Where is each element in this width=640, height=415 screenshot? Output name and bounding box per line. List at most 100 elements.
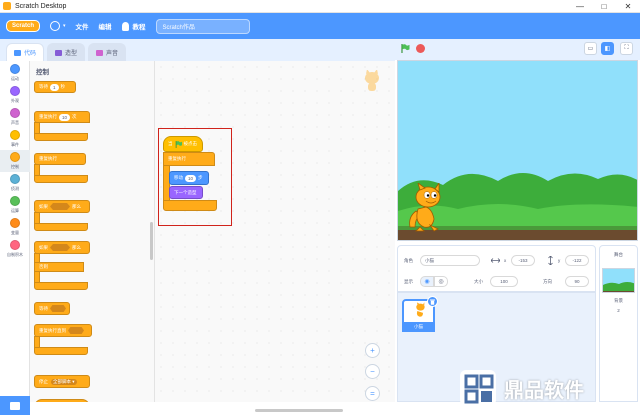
zoom-out-button[interactable]: − bbox=[365, 364, 380, 379]
paintbrush-icon bbox=[54, 49, 62, 56]
scratch-logo[interactable]: Scratch bbox=[6, 20, 40, 32]
stop-option-dropdown[interactable]: 全部脚本 ▾ bbox=[51, 378, 77, 385]
if-else-else-section: 否则 bbox=[34, 262, 84, 272]
watermark-logo-mark bbox=[464, 374, 494, 404]
edit-menu[interactable]: 编辑 bbox=[99, 21, 112, 31]
tab-costumes-label: 造型 bbox=[64, 51, 77, 57]
repeat-block-label: 重复执行 bbox=[39, 114, 57, 119]
sprite-watermark-icon bbox=[365, 70, 379, 91]
if-then-block[interactable]: 如果 那么 bbox=[34, 200, 90, 213]
sprite-name-input[interactable]: 小猫 bbox=[420, 255, 480, 266]
green-flag-button[interactable] bbox=[400, 44, 410, 53]
trash-icon bbox=[430, 299, 435, 305]
direction-input[interactable]: 90 bbox=[565, 276, 589, 287]
repeat-until-foot bbox=[34, 347, 88, 355]
small-stage-button[interactable]: ▭ bbox=[584, 42, 597, 55]
tab-code[interactable]: 代码 bbox=[6, 43, 44, 61]
wait-block[interactable]: 等待 1 秒 bbox=[34, 81, 76, 93]
category-sound[interactable]: 声音 bbox=[0, 108, 30, 126]
sprite-info-pane: 角色 小猫 x -153 y -122 显示 ◉ ◎ 大小 100 方向 90 bbox=[397, 245, 596, 292]
category-control[interactable]: 控制 bbox=[0, 150, 30, 172]
tutorials-button[interactable]: 教程 bbox=[121, 21, 146, 31]
if-else-then-label: 那么 bbox=[72, 244, 81, 250]
stage-pane-title: 舞台 bbox=[614, 252, 623, 257]
stop-block[interactable]: 停止 全部脚本 ▾ bbox=[34, 375, 90, 388]
project-title-input[interactable]: Scratch作品 bbox=[155, 18, 250, 34]
category-motion[interactable]: 运动 bbox=[0, 64, 30, 82]
category-motion-dot bbox=[10, 64, 20, 74]
category-operators[interactable]: 运算 bbox=[0, 196, 30, 214]
close-button[interactable]: ✕ bbox=[616, 0, 640, 13]
stop-button[interactable] bbox=[416, 44, 425, 53]
if-else-block[interactable]: 如果 那么 bbox=[34, 241, 90, 254]
add-extension-button[interactable] bbox=[0, 396, 30, 415]
delete-sprite-button[interactable] bbox=[427, 296, 438, 307]
stage-canvas[interactable] bbox=[397, 60, 638, 241]
show-sprite-button[interactable]: ◉ bbox=[420, 276, 434, 287]
script-area[interactable] bbox=[155, 61, 395, 402]
stage-thumbnail[interactable] bbox=[602, 268, 635, 293]
scratch-cat-sprite[interactable] bbox=[402, 183, 444, 233]
globe-icon[interactable] bbox=[50, 21, 60, 31]
sprite-thumbnail bbox=[416, 302, 425, 317]
direction-label: 方向 bbox=[543, 279, 552, 284]
wait-seconds-input[interactable]: 1 bbox=[50, 83, 59, 91]
file-menu[interactable]: 文件 bbox=[76, 21, 89, 31]
repeat-block-foot bbox=[34, 133, 88, 141]
tab-code-label: 代码 bbox=[23, 51, 36, 57]
category-control-dot bbox=[10, 152, 20, 162]
chevron-down-icon[interactable]: ▾ bbox=[63, 23, 66, 29]
code-icon bbox=[13, 49, 21, 56]
sprite-name-label: 角色 bbox=[404, 258, 413, 263]
wait-until-block[interactable]: 等待 bbox=[34, 302, 70, 315]
block-palette: 控制 等待 1 秒 重复执行 10 次 重复执行 如果 那么 如果 那么 否则 … bbox=[30, 61, 155, 402]
watermark: 鼎品软件 bbox=[460, 368, 630, 408]
maximize-button[interactable]: □ bbox=[592, 0, 616, 13]
if-then-condition-slot[interactable] bbox=[50, 203, 70, 210]
category-my-blocks[interactable]: 自制积木 bbox=[0, 240, 30, 258]
wait-until-condition-slot[interactable] bbox=[50, 305, 66, 312]
eye-icon: ◉ bbox=[424, 279, 430, 285]
stop-block-label: 停止 bbox=[39, 378, 48, 384]
large-stage-button[interactable]: ◧ bbox=[601, 42, 614, 55]
category-variables[interactable]: 变量 bbox=[0, 218, 30, 236]
minimize-button[interactable]: — bbox=[568, 0, 592, 13]
category-variables-label: 变量 bbox=[11, 230, 19, 235]
palette-scrollbar[interactable] bbox=[150, 222, 153, 260]
category-looks-dot bbox=[10, 86, 20, 96]
size-input[interactable]: 100 bbox=[490, 276, 518, 287]
forever-block[interactable]: 重复执行 bbox=[34, 153, 86, 165]
zoom-in-button[interactable]: + bbox=[365, 343, 380, 358]
category-looks[interactable]: 外观 bbox=[0, 86, 30, 104]
category-events[interactable]: 事件 bbox=[0, 130, 30, 148]
y-position-input[interactable]: -122 bbox=[565, 255, 589, 266]
repeat-until-condition-slot[interactable] bbox=[68, 327, 84, 334]
category-sound-dot bbox=[10, 108, 20, 118]
hide-sprite-button[interactable]: ◎ bbox=[434, 276, 448, 287]
forever-block-label: 重复执行 bbox=[39, 156, 57, 161]
category-operators-label: 运算 bbox=[11, 208, 19, 213]
file-menu-label: 文件 bbox=[75, 24, 89, 31]
tab-sounds[interactable]: 声音 bbox=[88, 43, 126, 61]
when-i-start-as-clone-block[interactable] bbox=[34, 399, 90, 402]
y-label: y bbox=[558, 258, 561, 263]
zoom-reset-button[interactable]: = bbox=[365, 386, 380, 401]
category-operators-dot bbox=[10, 196, 20, 206]
size-label: 大小 bbox=[474, 279, 483, 284]
window-title-bar: Scratch Desktop — □ ✕ bbox=[0, 0, 640, 13]
x-position-icon bbox=[491, 258, 500, 263]
category-sensing[interactable]: 侦测 bbox=[0, 174, 30, 192]
x-position-input[interactable]: -153 bbox=[511, 255, 535, 266]
menu-bar: Scratch ▾ 文件 编辑 教程 Scratch作品 bbox=[0, 13, 640, 39]
script-area-scrollbar[interactable] bbox=[255, 409, 343, 412]
add-extension-icon bbox=[10, 401, 20, 410]
if-else-condition-slot[interactable] bbox=[50, 244, 70, 251]
repeat-until-block[interactable]: 重复执行直到 bbox=[34, 324, 92, 337]
tab-costumes[interactable]: 造型 bbox=[47, 43, 85, 61]
if-then-foot bbox=[34, 223, 88, 231]
wait-block-unit: 秒 bbox=[60, 84, 66, 89]
repeat-block[interactable]: 重复执行 10 次 bbox=[34, 111, 90, 123]
category-sensing-label: 侦测 bbox=[11, 186, 19, 191]
fullscreen-button[interactable]: ⛶ bbox=[620, 42, 633, 55]
repeat-count-input[interactable]: 10 bbox=[59, 113, 71, 121]
